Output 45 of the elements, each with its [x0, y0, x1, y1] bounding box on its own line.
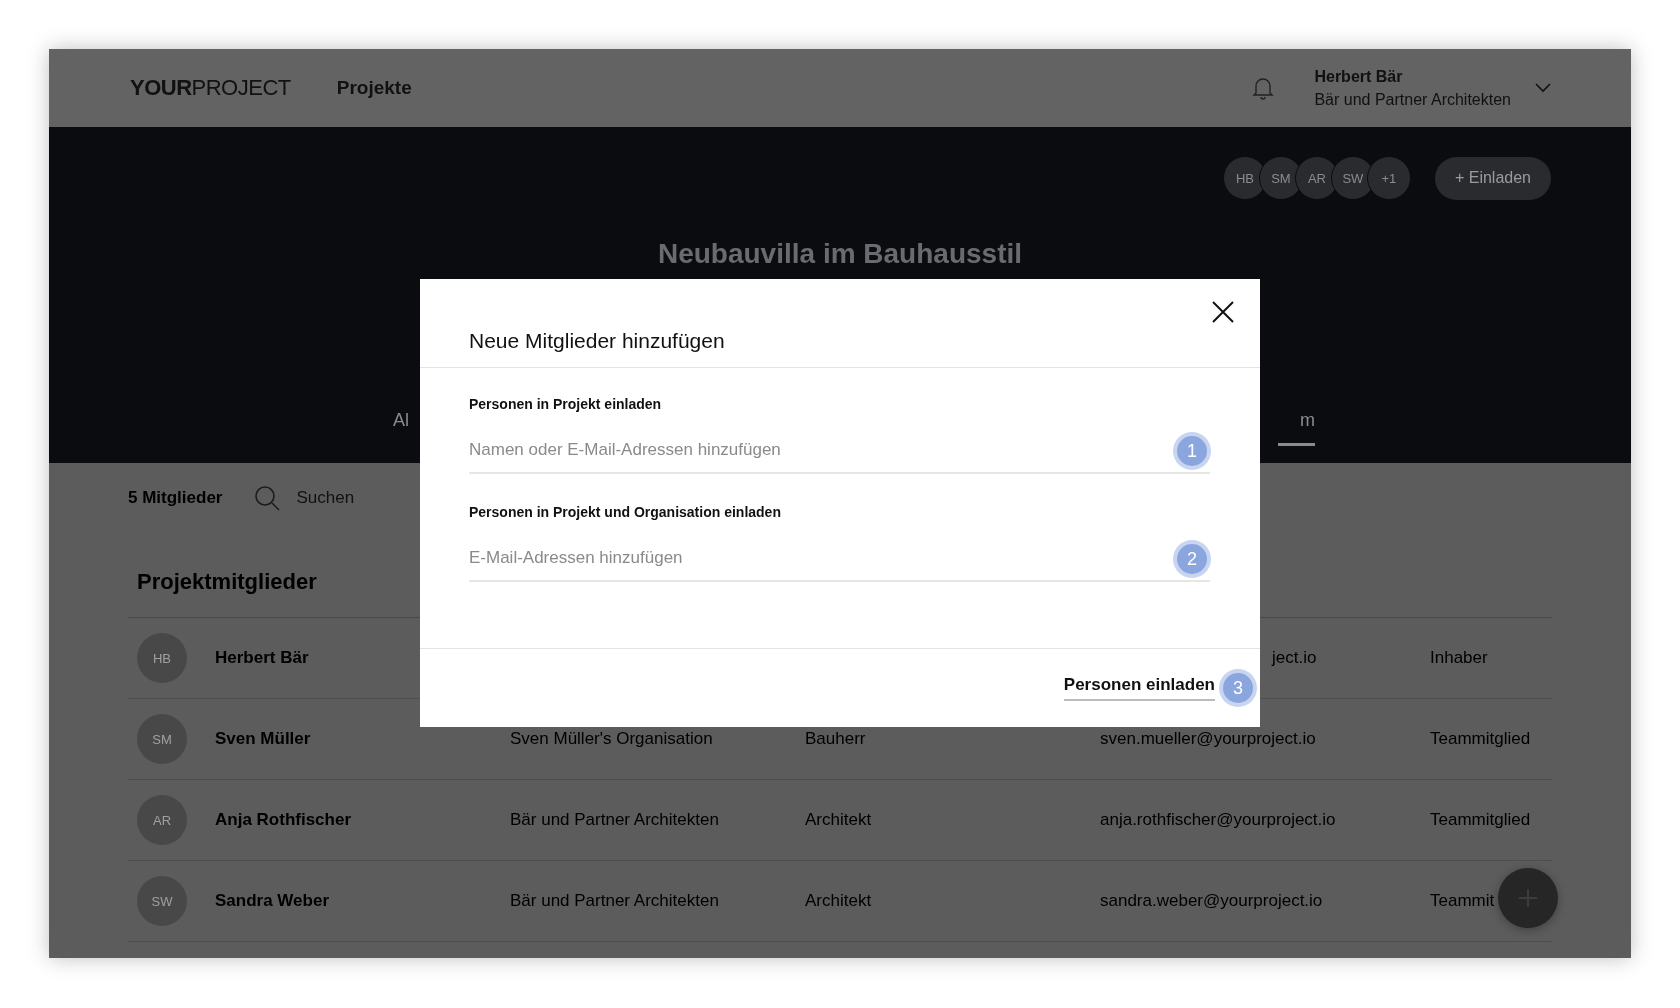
field-label: Personen in Projekt einladen — [469, 396, 663, 412]
step-badge: 2 — [1177, 544, 1207, 574]
member-role: Bauherr — [805, 729, 866, 749]
member-organisation: Sven Müller's Organisation — [510, 729, 713, 749]
member-email: sven.mueller@yourproject.io — [1100, 729, 1316, 749]
member-avatar: AR — [137, 795, 187, 845]
member-count: 5 Mitglieder — [128, 488, 223, 508]
member-email: sandra.weber@yourproject.io — [1100, 891, 1323, 911]
close-button[interactable] — [1210, 299, 1236, 325]
member-access: Teammitglied — [1430, 810, 1531, 830]
member-organisation: Bär und Partner Architekten — [510, 891, 719, 911]
chevron-down-icon[interactable] — [1535, 83, 1551, 93]
bell-icon[interactable] — [1252, 76, 1275, 100]
member-name: Herbert Bär — [215, 648, 309, 668]
add-button[interactable] — [1498, 868, 1558, 928]
member-avatar: SM — [137, 714, 187, 764]
member-access: Teammit — [1430, 891, 1495, 911]
member-role: Architekt — [805, 891, 872, 911]
dialog-title: Neue Mitglieder hinzufügen — [469, 329, 726, 353]
field-label: Personen in Projekt und Organisation einladen — [469, 504, 782, 520]
user-name: Herbert Bär — [1314, 67, 1404, 86]
member-name: Sven Müller — [215, 729, 311, 749]
nav-link[interactable]: Projekte — [336, 77, 412, 99]
search-icon — [254, 485, 281, 511]
user-organisation: Bär und Partner Architekten — [1314, 90, 1511, 109]
member-organisation: Bär und Partner Architekten — [510, 810, 719, 830]
member-name: Anja Rothfischer — [215, 810, 352, 830]
project-title: Neubauvilla im Bauhausstil — [656, 238, 1024, 270]
member-access: Teammitglied — [1430, 729, 1531, 749]
member-role: Architekt — [805, 810, 872, 830]
member-email: ject.io — [1270, 648, 1317, 668]
tab[interactable]: Al — [393, 410, 409, 446]
member-name: Sandra Weber — [215, 891, 329, 911]
member-avatar[interactable]: +1 — [1366, 156, 1411, 200]
logo: YOURPROJECT — [130, 75, 291, 101]
member-avatar: SW — [137, 876, 187, 926]
tab[interactable]: m — [1278, 410, 1315, 446]
invite-submit-button[interactable]: Personen einladen — [1063, 675, 1215, 701]
invite-button[interactable]: + Einladen — [1434, 156, 1551, 200]
step-badge: 3 — [1223, 673, 1253, 703]
search-field[interactable]: Suchen — [294, 487, 449, 509]
member-avatar: HB — [137, 633, 187, 683]
member-access: Inhaber — [1430, 648, 1488, 668]
step-badge: 1 — [1177, 436, 1207, 466]
member-email: anja.rothfischer@yourproject.io — [1100, 810, 1336, 830]
